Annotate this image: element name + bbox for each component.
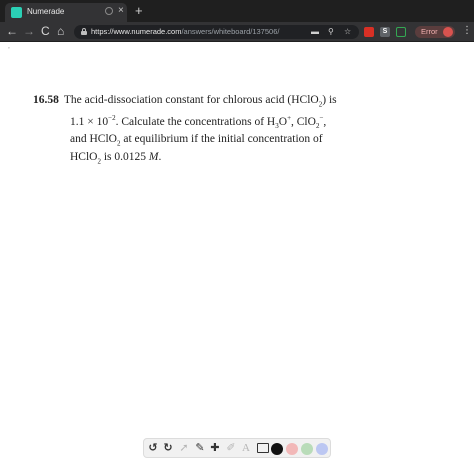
key-icon[interactable]: ⚲: [328, 27, 334, 37]
text-tool-icon[interactable]: A: [240, 441, 252, 456]
profile-status-text: Error: [421, 27, 438, 36]
tab-close-icon[interactable]: ×: [118, 5, 124, 17]
image-upload-icon[interactable]: [257, 443, 269, 453]
bookmark-star-icon[interactable]: ☆: [344, 27, 351, 37]
browser-toolbar: ← → C ⌂ https://www.numerade.com/answers…: [0, 22, 474, 42]
whiteboard-toolbar: ↺ ↻ ➚ ✎ ✚ ✐ A: [143, 438, 331, 458]
forward-icon[interactable]: →: [23, 24, 35, 38]
add-icon[interactable]: ✚: [209, 441, 221, 456]
s-extension-icon[interactable]: S: [380, 27, 390, 37]
browser-tab-strip: Numerade × +: [0, 0, 474, 22]
url-path: /answers/whiteboard/137506/: [181, 27, 280, 36]
pdf-extension-icon[interactable]: [364, 27, 374, 37]
problem-number: 16.58: [33, 94, 59, 106]
address-bar[interactable]: https://www.numerade.com/answers/whitebo…: [74, 25, 359, 39]
color-blue-button[interactable]: [316, 443, 328, 455]
select-pointer-icon[interactable]: ➚: [178, 441, 190, 456]
eraser-icon[interactable]: ✐: [225, 441, 237, 456]
cast-extension-icon[interactable]: [396, 27, 406, 37]
color-green-button[interactable]: [301, 443, 313, 455]
cursor-marker: ˚: [8, 48, 10, 54]
tab-audio-icon[interactable]: [105, 7, 113, 15]
camera-icon[interactable]: ▬: [311, 27, 319, 37]
url-text[interactable]: https://www.numerade.com/answers/whitebo…: [91, 27, 279, 36]
lock-icon: [81, 28, 87, 35]
profile-error-button[interactable]: Error: [415, 26, 455, 38]
avatar: [443, 27, 453, 37]
pen-icon[interactable]: ✎: [194, 441, 206, 456]
back-icon[interactable]: ←: [6, 24, 18, 38]
browser-menu-icon[interactable]: ⋮: [462, 25, 472, 37]
problem-line-1: 16.58 The acid-dissociation constant for …: [33, 94, 337, 109]
tab-title: Numerade: [27, 7, 65, 16]
color-red-button[interactable]: [286, 443, 298, 455]
numerade-favicon-icon: [11, 7, 22, 18]
new-tab-button[interactable]: +: [135, 4, 143, 17]
reload-icon[interactable]: C: [41, 24, 50, 38]
problem-line-4: HClO2 is 0.0125 M.: [70, 151, 162, 166]
problem-line-3: and HClO2 at equilibrium if the initial …: [70, 133, 323, 148]
color-black-button[interactable]: [271, 443, 283, 455]
browser-tab[interactable]: Numerade ×: [5, 3, 127, 22]
home-icon[interactable]: ⌂: [57, 24, 64, 38]
undo-icon[interactable]: ↺: [147, 441, 159, 456]
problem-line-2: 1.1 × 10−2. Calculate the concentrations…: [70, 113, 327, 130]
problem-text: 16.58 The acid-dissociation constant for …: [33, 94, 353, 169]
url-host: https://www.numerade.com: [91, 27, 182, 36]
redo-icon[interactable]: ↻: [162, 441, 174, 456]
